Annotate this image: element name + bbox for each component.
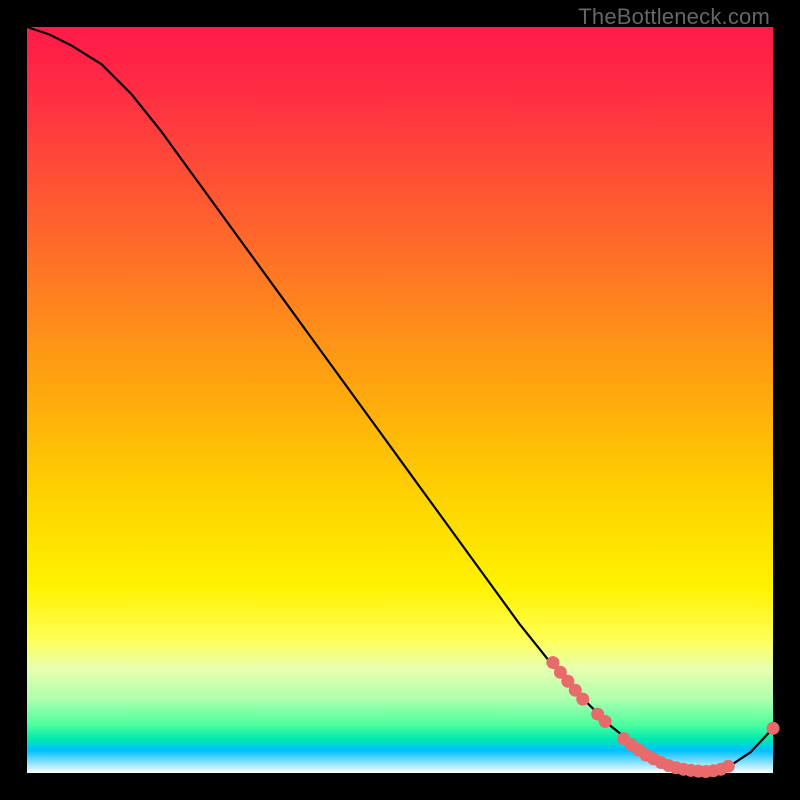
- data-point: [767, 722, 780, 735]
- bottleneck-curve-line: [27, 27, 773, 772]
- data-point: [722, 760, 735, 773]
- data-points-group: [546, 656, 779, 778]
- data-point: [576, 693, 589, 706]
- data-point: [599, 715, 612, 728]
- chart-plot-area: [27, 27, 773, 773]
- chart-svg: [27, 27, 773, 773]
